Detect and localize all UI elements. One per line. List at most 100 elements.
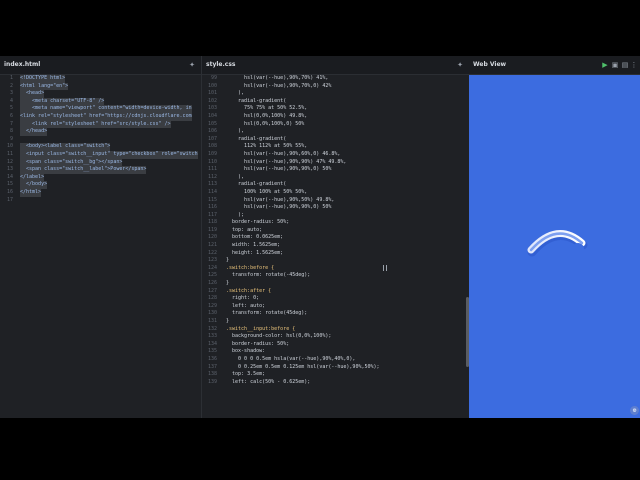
code-line[interactable]: 5 <meta name="viewport" content="width=d… xyxy=(0,105,201,113)
code-line[interactable]: 115 hsl(var(--hue),90%,50%) 49.8%, xyxy=(202,197,469,205)
code-line[interactable]: 132 .switch__input:before { xyxy=(202,326,469,334)
code-line[interactable]: 118 border-radius: 50%; xyxy=(202,219,469,227)
code-line[interactable]: 139 left: calc(50% - 0.625em); xyxy=(202,379,469,387)
code-line[interactable]: 110 hsl(var(--hue),90%,90%) 47% 49.8%, xyxy=(202,159,469,167)
format-icon[interactable]: ✦ xyxy=(456,56,464,74)
mouse-cursor-icon xyxy=(383,265,387,271)
code-line[interactable]: 117 ); xyxy=(202,212,469,220)
web-tab-title[interactable]: Web View xyxy=(473,61,506,68)
code-line[interactable]: 1 <!DOCTYPE html> xyxy=(0,75,201,83)
code-line[interactable]: 4 <meta charset="UTF-8" /> xyxy=(0,97,201,106)
code-line[interactable]: 102 radial-gradient( xyxy=(202,98,469,106)
line-text: left: auto; xyxy=(226,302,266,309)
code-line[interactable]: 2 <html lang="en"> xyxy=(0,82,201,91)
code-line[interactable]: 10 <body><label class="switch"> xyxy=(0,143,201,151)
code-line[interactable]: 113 radial-gradient( xyxy=(202,181,469,189)
code-line[interactable]: 6 <link rel="stylesheet" href="https://cd… xyxy=(0,112,201,121)
line-text: </head> xyxy=(20,128,48,136)
line-number: 104 xyxy=(207,112,217,119)
code-line[interactable]: 11 <input class="switch__input" type="ch… xyxy=(0,150,201,159)
code-line[interactable]: 7 <link rel="stylesheet" href="src/style… xyxy=(0,120,201,129)
code-line[interactable]: 17 xyxy=(0,197,201,205)
settings-icon[interactable]: ⚙ xyxy=(630,406,639,415)
html-tab-title[interactable]: index.html xyxy=(4,61,40,68)
more-icon[interactable]: ⋮ xyxy=(630,56,638,74)
code-line[interactable]: 119 top: auto; xyxy=(202,227,469,235)
code-line[interactable]: 99 hsl(var(--hue),90%,70%) 41%, xyxy=(202,75,469,83)
line-number: 109 xyxy=(207,150,217,157)
web-preview: ⚙ xyxy=(469,75,640,418)
run-icon[interactable]: ▶ xyxy=(601,56,609,74)
line-number: 117 xyxy=(207,211,217,218)
code-line[interactable]: 125 transform: rotate(-45deg); xyxy=(202,272,469,280)
code-line[interactable]: 112 ), xyxy=(202,174,469,182)
code-line[interactable]: 130 transform: rotate(45deg); xyxy=(202,310,469,318)
code-line[interactable]: 129 left: auto; xyxy=(202,303,469,311)
refresh-icon[interactable]: ▤ xyxy=(621,56,629,74)
code-line[interactable]: 109 hsl(var(--hue),90%,60%,0) 46.8%, xyxy=(202,151,469,159)
html-code-area[interactable]: 1 <!DOCTYPE html> 2 <html lang="en"> 3 <head… xyxy=(0,75,201,418)
code-line[interactable]: 100 hsl(var(--hue),90%,70%,0) 42% xyxy=(202,83,469,91)
code-line[interactable]: 136 0 0 0 0.5em hsla(var(--hue),90%,40%,… xyxy=(202,356,469,364)
line-text: <body><label class="switch"> xyxy=(20,143,111,151)
css-tab-title[interactable]: style.css xyxy=(206,61,235,68)
line-number: 7 xyxy=(9,120,13,127)
line-text: hsl(0,0%,100%) 49.8%, xyxy=(226,112,308,119)
code-line[interactable]: 116 hsl(var(--hue),90%,90%,0) 50% xyxy=(202,204,469,212)
line-number: 103 xyxy=(207,105,217,112)
code-line[interactable]: 12 <span class="switch__bg"></span> xyxy=(0,158,201,167)
code-line[interactable]: 124 .switch:before { xyxy=(202,265,469,273)
code-line[interactable]: 114 100% 100% at 50% 50%, xyxy=(202,189,469,197)
line-text: .switch:before { xyxy=(226,264,275,271)
line-text: hsl(var(--hue),90%,70%,0) 42% xyxy=(226,82,332,89)
line-number: 120 xyxy=(207,234,217,241)
code-line[interactable]: 104 hsl(0,0%,100%) 49.8%, xyxy=(202,113,469,121)
power-switch-preview[interactable] xyxy=(469,75,640,418)
code-line[interactable]: 122 height: 1.5625em; xyxy=(202,250,469,258)
code-line[interactable]: 108 112% 112% at 50% 55%, xyxy=(202,143,469,151)
css-code-area[interactable]: 99 hsl(var(--hue),90%,70%) 41%, 100 hsl(v… xyxy=(202,75,469,418)
code-line[interactable]: 121 width: 1.5625em; xyxy=(202,242,469,250)
code-line[interactable]: 103 75% 75% at 50% 52.5%, xyxy=(202,105,469,113)
code-line[interactable]: 120 bottom: 0.0625em; xyxy=(202,234,469,242)
line-text: 100% 100% at 50% 50%, xyxy=(226,188,308,195)
code-line[interactable]: 135 box-shadow: xyxy=(202,348,469,356)
code-line[interactable]: 105 hsl(0,0%,100%,0) 50% xyxy=(202,121,469,129)
line-text: 112% 112% at 50% 55%, xyxy=(226,143,308,150)
code-line[interactable]: 111 hsl(var(--hue),90%,90%,0) 50% xyxy=(202,166,469,174)
html-editor-pane: index.html ✦ 1 <!DOCTYPE html> 2 <html lang… xyxy=(0,56,202,418)
code-line[interactable]: 14 </label> xyxy=(0,173,201,182)
line-number: 3 xyxy=(9,90,13,97)
code-line[interactable]: 123} xyxy=(202,257,469,265)
code-line[interactable]: 9 xyxy=(0,136,201,144)
line-text: radial-gradient( xyxy=(226,181,287,188)
code-line[interactable]: 101 ), xyxy=(202,90,469,98)
code-line[interactable]: 138 top: 3.5em; xyxy=(202,371,469,379)
code-line[interactable]: 13 <span class="switch__label">Power</sp… xyxy=(0,166,201,174)
line-number: 4 xyxy=(9,97,13,104)
code-line[interactable]: 107 radial-gradient( xyxy=(202,136,469,144)
line-number: 116 xyxy=(207,204,217,211)
line-text: box-shadow: xyxy=(226,348,266,355)
line-number: 124 xyxy=(207,264,217,271)
console-icon[interactable]: ▣ xyxy=(611,56,619,74)
code-line[interactable]: 134 border-radius: 50%; xyxy=(202,341,469,349)
code-line[interactable]: 16 </html> xyxy=(0,188,201,197)
code-line[interactable]: 8 </head> xyxy=(0,128,201,136)
code-line[interactable]: 133 background-color: hsl(0,0%,100%); xyxy=(202,333,469,341)
code-line[interactable]: 128 right: 0; xyxy=(202,295,469,303)
code-line[interactable]: 126} xyxy=(202,280,469,288)
code-line[interactable]: 137 0 0.25em 0.5em 0.125em hsl(var(--hue… xyxy=(202,364,469,372)
line-number: 108 xyxy=(207,143,217,150)
format-icon[interactable]: ✦ xyxy=(188,56,196,74)
code-line[interactable]: 131} xyxy=(202,318,469,326)
code-line[interactable]: 3 <head> xyxy=(0,90,201,98)
line-number: 137 xyxy=(207,363,217,370)
line-number: 121 xyxy=(207,242,217,249)
line-number: 113 xyxy=(207,181,217,188)
code-line[interactable]: 15 </body> xyxy=(0,181,201,189)
line-text: 0 0.25em 0.5em 0.125em hsl(var(--hue),90… xyxy=(226,363,380,370)
code-line[interactable]: 106 ), xyxy=(202,128,469,136)
code-line[interactable]: 127 .switch:after { xyxy=(202,288,469,296)
line-text: 0 0 0 0.5em hsla(var(--hue),90%,40%,0), xyxy=(226,355,356,362)
